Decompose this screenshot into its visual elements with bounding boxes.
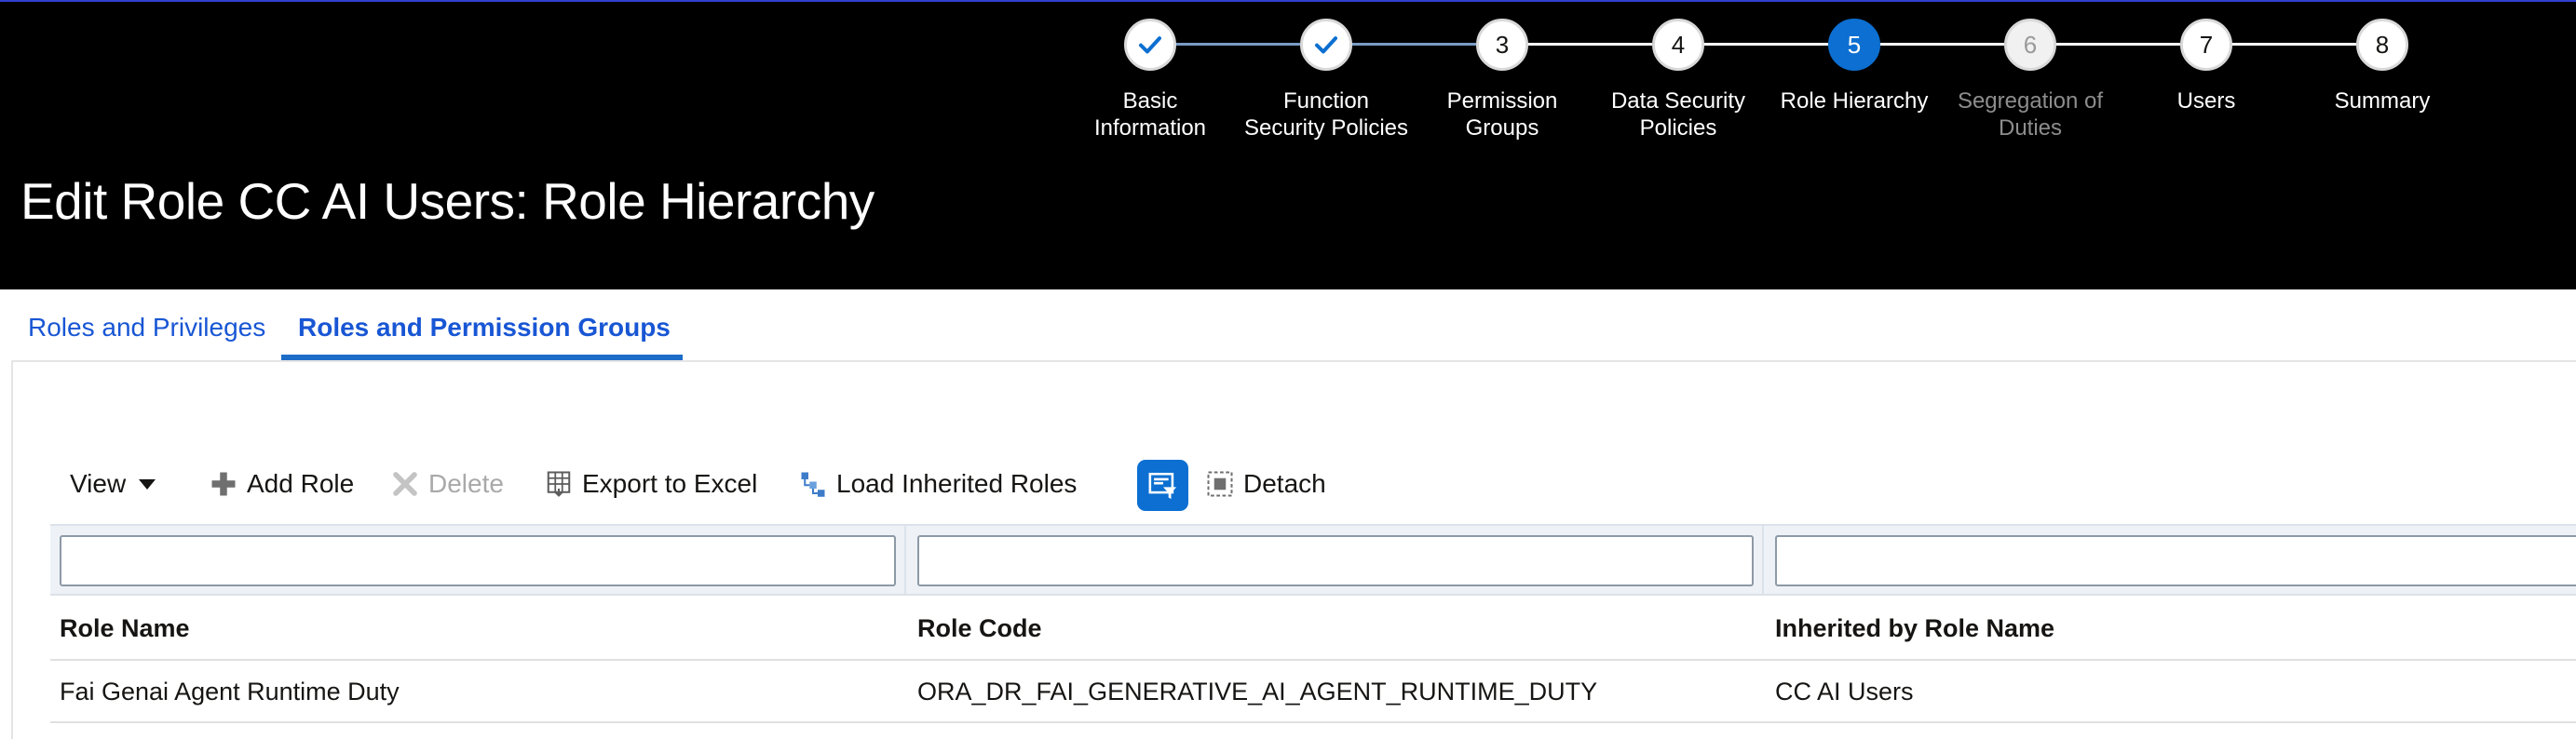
column-header-inherited-by[interactable]: Inherited by Role Name bbox=[1775, 614, 2054, 643]
detach-label: Detach bbox=[1243, 469, 1326, 498]
train-stop-function-security-policies[interactable] bbox=[1300, 19, 1352, 71]
column-separator bbox=[1762, 526, 1764, 594]
train-label-basic-information[interactable]: Basic Information bbox=[1048, 87, 1253, 141]
train-label-users[interactable]: Users bbox=[2104, 87, 2309, 114]
plus-icon bbox=[211, 472, 236, 496]
table-header-row: Role Name Role Code Inherited by Role Na… bbox=[50, 596, 2576, 661]
train-stop-role-hierarchy[interactable]: 5 bbox=[1828, 19, 1880, 71]
role-name-filter-input[interactable] bbox=[60, 535, 896, 586]
filter-cell-role-name bbox=[50, 526, 908, 594]
load-inherited-roles-button[interactable]: Load Inherited Roles bbox=[799, 456, 1077, 512]
train-stop-users[interactable]: 7 bbox=[2180, 19, 2232, 71]
train-stop-number: 6 bbox=[2023, 30, 2038, 59]
column-separator bbox=[904, 526, 906, 594]
train-connector bbox=[1527, 43, 1652, 46]
train-label-permission-groups[interactable]: Permission Groups bbox=[1400, 87, 1605, 141]
train-stop-data-security-policies[interactable]: 4 bbox=[1652, 19, 1704, 71]
train-stop-permission-groups[interactable]: 3 bbox=[1476, 19, 1528, 71]
query-by-example-button[interactable] bbox=[1137, 460, 1188, 511]
cell-role-name: Fai Genai Agent Runtime Duty bbox=[60, 678, 400, 705]
train-label-segregation-of-duties: Segregation of Duties bbox=[1957, 88, 2104, 141]
page-title: Edit Role CC AI Users: Role Hierarchy bbox=[20, 172, 874, 230]
train-label-data-security-policies[interactable]: Data Security Policies bbox=[1576, 87, 1781, 141]
filter-cell-inherited-by bbox=[1766, 526, 2576, 594]
filter-icon bbox=[1148, 472, 1176, 499]
delete-label: Delete bbox=[428, 469, 504, 498]
train-stop-number: 4 bbox=[1671, 30, 1686, 59]
export-to-excel-label: Export to Excel bbox=[582, 469, 758, 498]
add-role-button[interactable]: Add Role bbox=[210, 456, 354, 512]
train-connector bbox=[1351, 43, 1476, 46]
hierarchy-icon bbox=[801, 472, 825, 497]
train-connector bbox=[1703, 43, 1828, 46]
train-stop-number: 5 bbox=[1847, 30, 1862, 59]
checkmark-icon bbox=[1139, 36, 1161, 54]
filter-cell-role-code bbox=[908, 526, 1766, 594]
cell-inherited-by: CC AI Users bbox=[1775, 678, 1914, 705]
cell-role-code: ORA_DR_FAI_GENERATIVE_AI_AGENT_RUNTIME_D… bbox=[917, 678, 1598, 705]
train-stop-number: 3 bbox=[1495, 30, 1510, 59]
train-label-role-hierarchy[interactable]: Role Hierarchy bbox=[1752, 87, 1957, 114]
detach-icon bbox=[1207, 471, 1233, 497]
column-header-role-code[interactable]: Role Code bbox=[917, 614, 1042, 643]
detach-button[interactable]: Detach bbox=[1206, 456, 1326, 512]
inherited-by-filter-input[interactable] bbox=[1775, 535, 2576, 586]
train-connector bbox=[1879, 43, 2004, 46]
spreadsheet-icon bbox=[547, 471, 571, 497]
load-inherited-roles-label: Load Inherited Roles bbox=[836, 469, 1078, 498]
train-stop-number: 7 bbox=[2199, 30, 2214, 59]
caret-down-icon bbox=[139, 478, 156, 490]
train-label-summary[interactable]: Summary bbox=[2280, 87, 2485, 114]
export-to-excel-button[interactable]: Export to Excel bbox=[545, 456, 757, 512]
tab-roles-and-permission-groups[interactable]: Roles and Permission Groups bbox=[298, 313, 671, 343]
train-connector bbox=[1175, 43, 1300, 46]
page-header: 3 4 5 6 7 8 Basic Information Function Sec… bbox=[0, 0, 2576, 289]
filter-row bbox=[50, 524, 2576, 596]
train-stop-summary[interactable]: 8 bbox=[2356, 19, 2408, 71]
train-connector bbox=[2055, 43, 2180, 46]
checkmark-icon bbox=[1315, 36, 1337, 54]
train-stop-segregation-of-duties: 6 bbox=[2004, 19, 2056, 71]
train-stop-number: 8 bbox=[2375, 30, 2390, 59]
train-label-function-security-policies[interactable]: Function Security Policies bbox=[1224, 87, 1429, 141]
role-code-filter-input[interactable] bbox=[917, 535, 1754, 586]
tab-roles-and-privileges[interactable]: Roles and Privileges bbox=[28, 313, 265, 343]
view-menu-label: View bbox=[70, 469, 127, 498]
train-stop-basic-information[interactable] bbox=[1124, 19, 1176, 71]
add-role-label: Add Role bbox=[247, 469, 355, 498]
delete-x-icon bbox=[393, 472, 417, 496]
table-row[interactable]: Fai Genai Agent Runtime Duty ORA_DR_FAI_… bbox=[50, 661, 2576, 723]
view-menu-button[interactable]: View bbox=[70, 456, 156, 512]
train-connector bbox=[2231, 43, 2356, 46]
column-header-role-name[interactable]: Role Name bbox=[60, 614, 190, 643]
delete-button: Delete bbox=[391, 456, 504, 512]
tab-bar: Roles and Privileges Roles and Permissio… bbox=[0, 289, 2576, 362]
